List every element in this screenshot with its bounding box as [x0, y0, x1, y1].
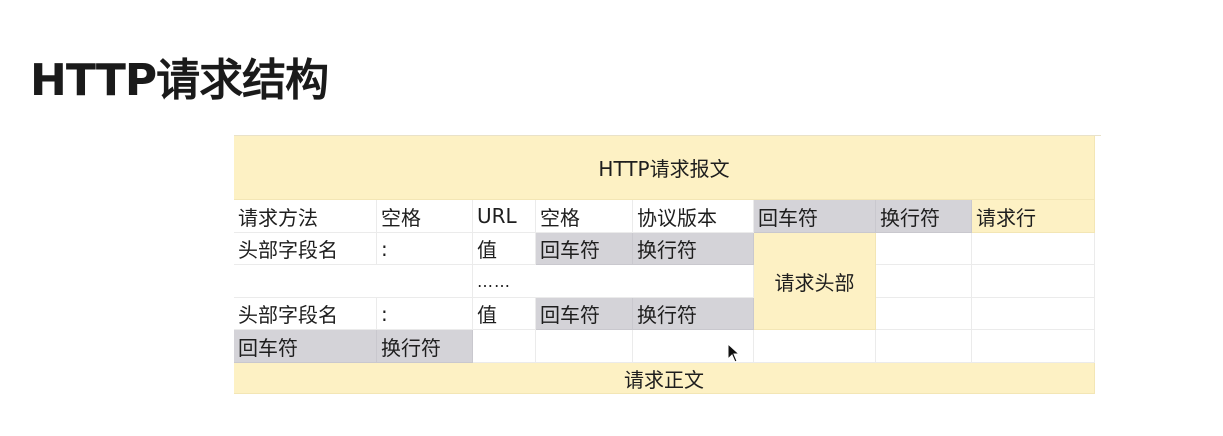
request-headers-label: 请求头部 [754, 233, 876, 330]
cell-empty [754, 330, 876, 363]
cell-carriage-return: 回车符 [536, 233, 633, 265]
ellipsis: …… [473, 265, 754, 298]
request-line-label: 请求行 [972, 200, 1095, 233]
cell-colon: : [377, 298, 473, 330]
request-body-label: 请求正文 [234, 363, 1095, 394]
cell-value: 值 [473, 298, 536, 330]
mouse-cursor-icon [727, 343, 741, 363]
cell-colon: : [377, 233, 473, 265]
cell-empty [972, 233, 1095, 265]
cell-header-field-name: 头部字段名 [234, 298, 377, 330]
cell-empty [876, 330, 972, 363]
cell-empty [876, 265, 972, 298]
cell-value: 值 [473, 233, 536, 265]
message-header: HTTP请求报文 [234, 136, 1095, 200]
cell-empty [972, 265, 1095, 298]
cell-line-feed: 换行符 [633, 233, 754, 265]
cell-space: 空格 [536, 200, 633, 233]
cell-carriage-return: 回车符 [234, 330, 377, 363]
cell-line-feed: 换行符 [876, 200, 972, 233]
cell-empty [234, 265, 473, 298]
cell-empty [972, 330, 1095, 363]
cell-empty [536, 330, 633, 363]
cell-protocol-version: 协议版本 [633, 200, 754, 233]
cell-empty [876, 298, 972, 330]
page-title: HTTP请求结构 [30, 55, 329, 106]
cell-header-field-name: 头部字段名 [234, 233, 377, 265]
http-request-table: HTTP请求报文 请求方法 空格 URL 空格 协议版本 回车符 换行符 请求行… [234, 135, 1101, 394]
cell-carriage-return: 回车符 [754, 200, 876, 233]
cell-empty [473, 330, 536, 363]
cell-line-feed: 换行符 [377, 330, 473, 363]
cell-carriage-return: 回车符 [536, 298, 633, 330]
cell-empty [972, 298, 1095, 330]
cell-url: URL [473, 200, 536, 233]
cell-line-feed: 换行符 [633, 298, 754, 330]
cell-request-method: 请求方法 [234, 200, 377, 233]
cell-space: 空格 [377, 200, 473, 233]
cell-empty [876, 233, 972, 265]
